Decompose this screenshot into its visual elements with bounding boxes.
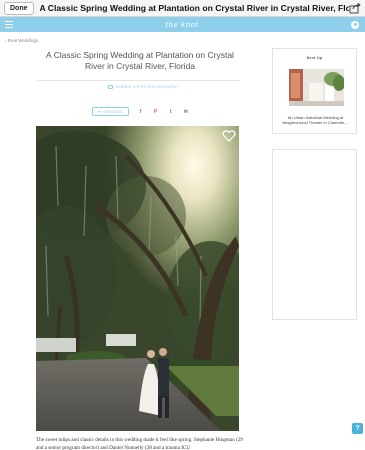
pinterest-icon[interactable]: P [153,109,159,115]
done-button[interactable]: Done [4,1,34,15]
page-title: A Classic Spring Wedding at Plantation o… [46,50,234,71]
user-icon[interactable] [351,20,359,29]
next-up-thumbnail[interactable] [289,69,344,106]
photographer-name[interactable]: ROBBIE LOPEZ PHOTOGRAPHY [116,85,179,89]
article-caption: The sweet tulips and classic details in … [36,437,244,450]
photographer-credit[interactable]: ROBBIE LOPEZ PHOTOGRAPHY [108,85,179,89]
menu-icon[interactable] [5,21,13,28]
next-up-image [289,69,344,106]
facebook-icon[interactable]: f [138,109,144,115]
window-title: A Classic Spring Wedding at Plantation o… [39,3,350,13]
hero-photo [36,126,239,431]
title-bar: Done A Classic Spring Wedding at Plantat… [0,0,365,17]
share-icon[interactable] [349,2,361,14]
save-wedding-button[interactable]: ♥ 0 WEDDING [92,107,129,116]
next-up-label: Next Up [306,56,323,60]
email-icon[interactable]: ✉ [183,109,189,115]
share-actions: ♥ 0 WEDDING f P t ✉ [92,107,189,116]
wedding-photo-illustration [36,126,239,431]
twitter-icon[interactable]: t [168,109,174,115]
next-up-title[interactable]: An Urban Industrial Wedding at Neighborh… [281,115,350,125]
site-header: the knot [0,17,365,32]
favorite-heart-icon[interactable] [222,129,236,143]
site-logo[interactable]: the knot [165,21,198,29]
save-label: ♥ 0 WEDDING [98,109,123,114]
breadcrumb[interactable]: ‹ Real Weddings [5,38,38,43]
next-up-card[interactable]: Next Up An Urban Industrial Wedding at N… [272,48,357,134]
help-button[interactable]: ? [352,423,363,434]
ad-placeholder [272,149,357,320]
camera-icon [108,85,113,89]
divider [37,80,240,81]
